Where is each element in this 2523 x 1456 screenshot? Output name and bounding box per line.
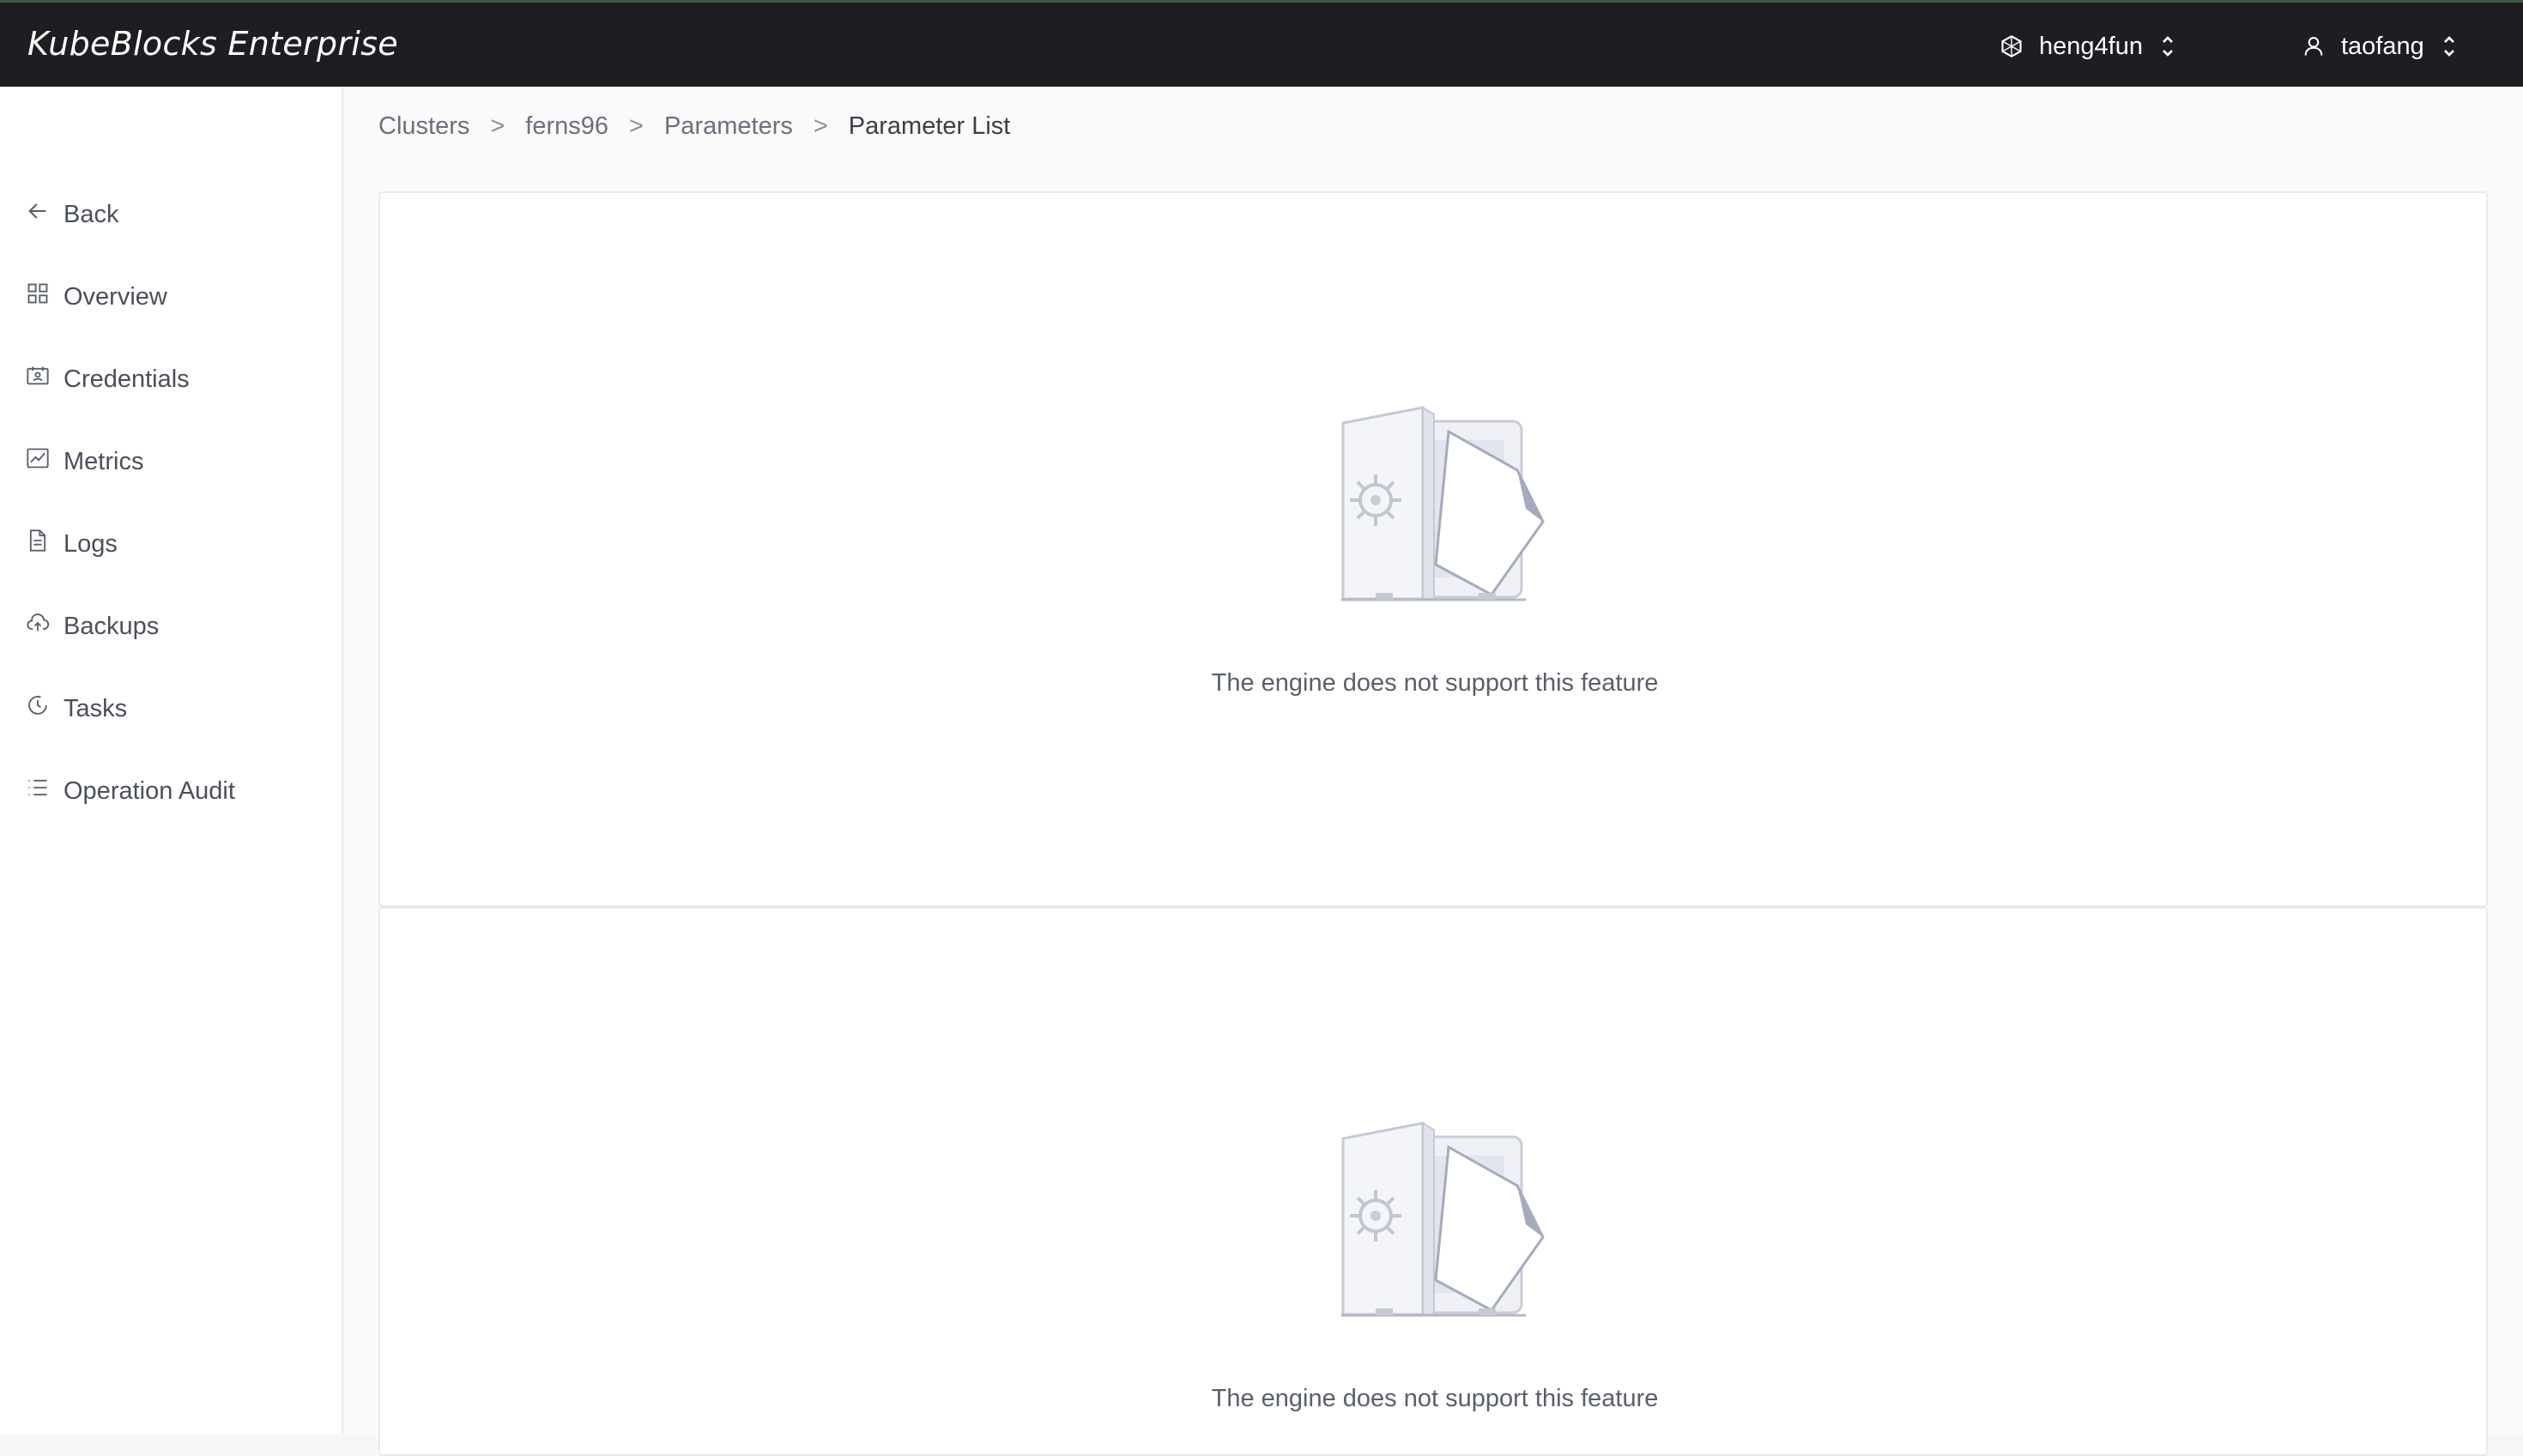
- workspace-icon: [2000, 34, 2024, 58]
- breadcrumb-separator: >: [490, 112, 505, 140]
- clock-icon: [26, 693, 50, 724]
- user-name: taofang: [2341, 32, 2424, 60]
- main-content: Clusters > ferns96 > Parameters > Parame…: [344, 87, 2523, 1456]
- sidebar-item-label: Credentials: [64, 365, 190, 393]
- breadcrumb-clusters[interactable]: Clusters: [378, 112, 469, 141]
- sidebar-item-label: Logs: [64, 529, 118, 558]
- breadcrumb-separator: >: [629, 112, 644, 140]
- list-icon: [26, 776, 50, 807]
- sidebar-item-metrics[interactable]: Metrics: [26, 438, 326, 486]
- sidebar-item-label: Metrics: [64, 447, 144, 475]
- arrow-left-icon: [26, 199, 50, 230]
- sidebar: Back Overview Credentials Metrics Logs B…: [0, 87, 343, 1435]
- breadcrumb-cluster[interactable]: ferns96: [525, 112, 608, 141]
- breadcrumb-separator: >: [813, 112, 828, 140]
- brand-logo[interactable]: KubeBlocks Enterprise: [27, 25, 398, 63]
- user-selector[interactable]: taofang: [2302, 28, 2459, 64]
- empty-state-text: The engine does not support this feature: [1211, 1385, 1659, 1412]
- sidebar-item-overview[interactable]: Overview: [26, 273, 326, 321]
- empty-state-card: The engine does not support this feature: [378, 907, 2488, 1456]
- sidebar-item-back[interactable]: Back: [26, 190, 326, 239]
- empty-safe-icon: [1341, 406, 1547, 603]
- sidebar-item-label: Operation Audit: [64, 776, 235, 805]
- sidebar-item-logs[interactable]: Logs: [26, 520, 326, 568]
- sidebar-item-label: Tasks: [64, 694, 128, 722]
- chevron-updown-icon: [2440, 33, 2459, 59]
- sidebar-item-label: Back: [64, 200, 119, 228]
- grid-icon: [26, 281, 50, 312]
- sidebar-item-operation-audit[interactable]: Operation Audit: [26, 767, 326, 815]
- sidebar-item-tasks[interactable]: Tasks: [26, 685, 326, 733]
- breadcrumb-parameters[interactable]: Parameters: [664, 112, 793, 141]
- chart-line-icon: [26, 446, 50, 477]
- empty-safe-icon: [1341, 1121, 1547, 1319]
- sidebar-item-label: Overview: [64, 282, 167, 311]
- workspace-name: heng4fun: [2039, 32, 2143, 60]
- breadcrumb-current: Parameter List: [848, 112, 1011, 140]
- breadcrumb: Clusters > ferns96 > Parameters > Parame…: [378, 112, 1010, 141]
- chevron-updown-icon: [2158, 33, 2177, 59]
- cloud-upload-icon: [26, 611, 50, 642]
- workspace-selector[interactable]: heng4fun: [2000, 28, 2177, 64]
- document-icon: [26, 529, 50, 559]
- empty-state-card: The engine does not support this feature: [378, 191, 2488, 907]
- top-bar: KubeBlocks Enterprise heng4fun taofang: [0, 0, 2523, 87]
- sidebar-item-backups[interactable]: Backups: [26, 602, 326, 650]
- sidebar-item-label: Backups: [64, 612, 160, 640]
- id-card-icon: [26, 364, 50, 395]
- empty-state-text: The engine does not support this feature: [1211, 669, 1659, 697]
- sidebar-item-credentials[interactable]: Credentials: [26, 355, 326, 403]
- user-icon: [2302, 34, 2326, 58]
